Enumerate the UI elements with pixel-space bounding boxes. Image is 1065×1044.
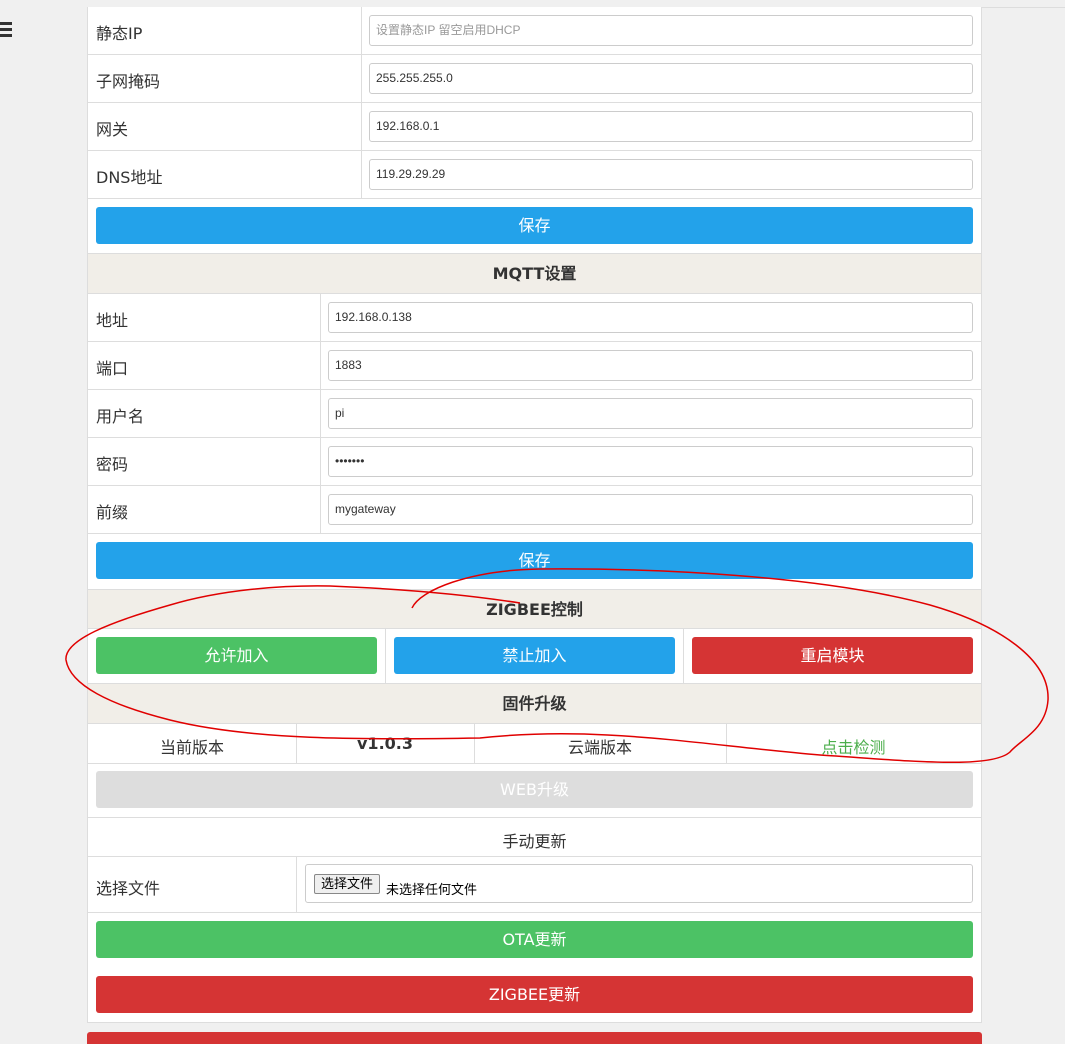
gateway-input[interactable]: 192.168.0.1: [369, 111, 973, 142]
mqtt-prefix-row: 前缀 mygateway: [88, 486, 981, 534]
bottom-red-button[interactable]: [87, 1032, 982, 1044]
subnet-input[interactable]: 255.255.255.0: [369, 63, 973, 94]
version-row: 当前版本 v1.0.3 云端版本 点击检测: [88, 724, 981, 764]
gateway-label: 网关: [96, 120, 129, 139]
settings-panel: 静态IP 设置静态IP 留空启用DHCP 子网掩码 255.255.255.0 …: [87, 7, 982, 1023]
web-upgrade-button[interactable]: WEB升级: [96, 771, 973, 808]
mqtt-prefix-input[interactable]: mygateway: [328, 494, 973, 525]
mqtt-port-row: 端口 1883: [88, 342, 981, 390]
file-select-label: 选择文件: [96, 879, 161, 898]
dns-label: DNS地址: [96, 168, 163, 187]
network-save-button[interactable]: 保存: [96, 207, 973, 244]
current-version-value: v1.0.3: [357, 734, 413, 753]
mqtt-address-input[interactable]: 192.168.0.138: [328, 302, 973, 333]
mqtt-username-input[interactable]: pi: [328, 398, 973, 429]
mqtt-save-button[interactable]: 保存: [96, 542, 973, 579]
mqtt-username-label: 用户名: [96, 407, 145, 426]
subnet-label: 子网掩码: [96, 72, 161, 91]
ota-update-button[interactable]: OTA更新: [96, 921, 973, 958]
manual-update-title: 手动更新: [502, 832, 567, 851]
menu-icon[interactable]: [0, 22, 12, 38]
zigbee-section-title: ZIGBEE控制: [88, 589, 981, 629]
gateway-row: 网关 192.168.0.1: [88, 103, 981, 151]
current-version-label: 当前版本: [159, 738, 224, 757]
choose-file-button[interactable]: 选择文件: [314, 874, 381, 894]
file-select-row: 选择文件 选择文件 未选择任何文件: [88, 857, 981, 913]
dns-input[interactable]: 119.29.29.29: [369, 159, 973, 190]
mqtt-section-title: MQTT设置: [88, 253, 981, 294]
static-ip-input[interactable]: 设置静态IP 留空启用DHCP: [369, 15, 973, 46]
restart-module-button[interactable]: 重启模块: [692, 637, 973, 674]
allow-join-button[interactable]: 允许加入: [96, 637, 377, 674]
file-status: 未选择任何文件: [386, 882, 478, 897]
zigbee-update-button[interactable]: ZIGBEE更新: [96, 976, 973, 1013]
top-divider: [980, 7, 1065, 8]
firmware-section-title: 固件升级: [88, 684, 981, 724]
mqtt-prefix-label: 前缀: [96, 503, 129, 522]
subnet-row: 子网掩码 255.255.255.0: [88, 55, 981, 103]
mqtt-username-row: 用户名 pi: [88, 390, 981, 438]
mqtt-port-input[interactable]: 1883: [328, 350, 973, 381]
forbid-join-button[interactable]: 禁止加入: [394, 637, 675, 674]
mqtt-password-row: 密码 •••••••: [88, 438, 981, 486]
static-ip-label: 静态IP: [96, 24, 143, 43]
dns-row: DNS地址 119.29.29.29: [88, 151, 981, 199]
mqtt-password-label: 密码: [96, 455, 129, 474]
mqtt-address-row: 地址 192.168.0.138: [88, 294, 981, 342]
file-input[interactable]: 选择文件 未选择任何文件: [305, 864, 973, 903]
cloud-version-label: 云端版本: [567, 738, 632, 757]
mqtt-port-label: 端口: [96, 359, 129, 378]
check-version-link[interactable]: 点击检测: [726, 734, 981, 758]
mqtt-address-label: 地址: [96, 311, 129, 330]
mqtt-password-input[interactable]: •••••••: [328, 446, 973, 477]
manual-update-row: 手动更新: [88, 817, 981, 857]
static-ip-row: 静态IP 设置静态IP 留空启用DHCP: [88, 7, 981, 55]
